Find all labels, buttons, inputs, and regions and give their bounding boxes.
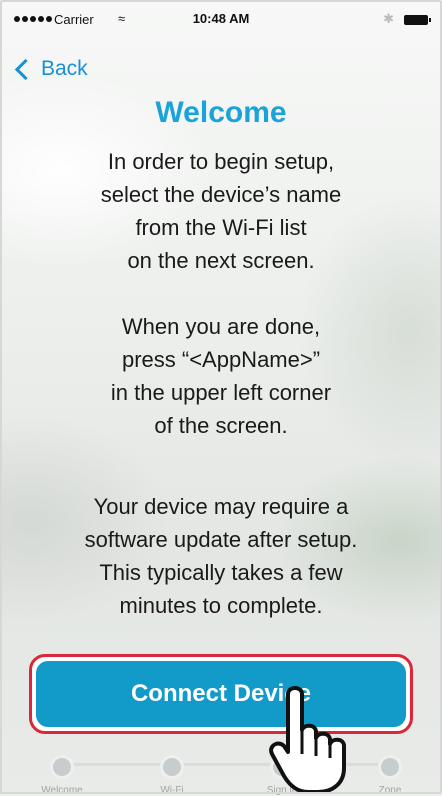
instructions-paragraph-2: When you are done, press “<AppName>” in …	[10, 310, 432, 442]
text-line: of the screen.	[154, 413, 288, 438]
text-line: select the device’s name	[100, 182, 342, 207]
step-dot	[50, 755, 74, 779]
back-button[interactable]: Back	[14, 54, 88, 84]
hand-pointer-icon	[269, 686, 346, 794]
step-dot	[378, 755, 402, 779]
step-dot	[160, 755, 184, 779]
text-line: minutes to complete.	[119, 593, 323, 618]
step-wifi: Wi-Fi	[132, 752, 212, 796]
step-label: Welcome	[41, 785, 83, 796]
bluetooth-icon: ✱	[383, 11, 394, 26]
back-label: Back	[41, 57, 88, 80]
instructions-paragraph-1: In order to begin setup, select the devi…	[10, 145, 432, 277]
text-line: from the Wi-Fi list	[135, 215, 307, 240]
step-welcome: Welcome	[22, 752, 102, 796]
text-line: press “<AppName>”	[121, 347, 321, 372]
chevron-left-icon	[14, 58, 37, 80]
step-label: Wi-Fi	[160, 785, 184, 796]
text-line: on the next screen.	[127, 248, 315, 273]
battery-icon	[404, 15, 431, 25]
page-title: Welcome	[155, 96, 287, 129]
text-line: When you are done,	[121, 314, 321, 339]
instructions-paragraph-3: Your device may require a software updat…	[10, 490, 432, 622]
text-line: in the upper left corner	[110, 380, 332, 405]
text-line: In order to begin setup,	[107, 149, 335, 174]
text-line: This typically takes a few	[99, 560, 343, 585]
status-time: 10:48 AM	[192, 11, 250, 26]
text-line: Your device may require a	[93, 494, 349, 519]
status-bar: Carrier ≈ 10:48 AM ✱	[14, 10, 431, 32]
text-line: software update after setup.	[84, 527, 358, 552]
